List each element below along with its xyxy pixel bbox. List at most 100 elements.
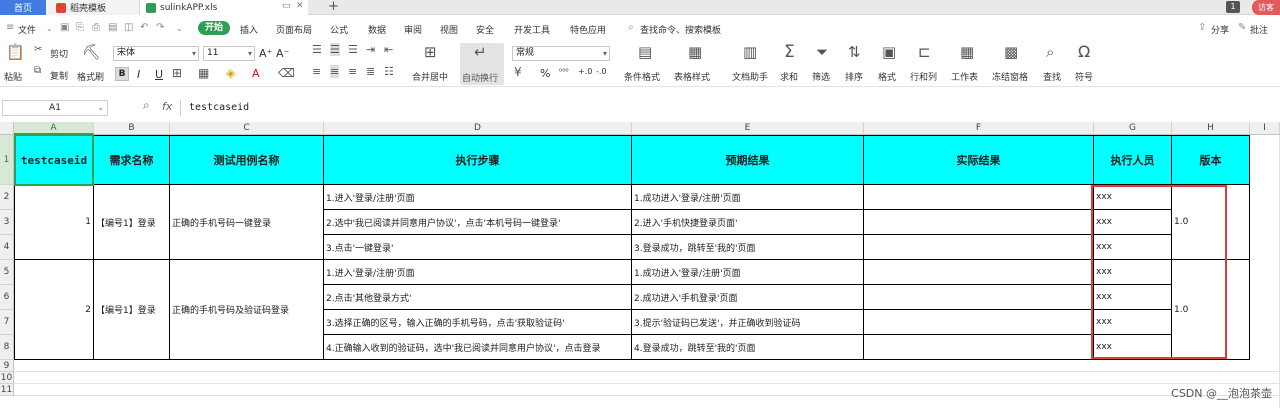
- window-count-badge[interactable]: 1: [1226, 1, 1240, 13]
- align-top-icon[interactable]: ☰: [312, 43, 322, 56]
- visitor-button[interactable]: 访客: [1252, 0, 1280, 15]
- auto-wrap-button[interactable]: ↵ 自动换行: [460, 43, 504, 85]
- worksheet-icon[interactable]: ▦: [960, 43, 974, 61]
- menu-security[interactable]: 安全: [476, 23, 494, 36]
- cell-e4[interactable]: 3.登录成功，跳转至'我的'页面: [632, 235, 864, 260]
- justify-icon[interactable]: ≣: [366, 65, 375, 78]
- comment-icon[interactable]: ✎: [1238, 22, 1246, 33]
- font-grow-button[interactable]: A⁺: [259, 47, 272, 60]
- column-header-e[interactable]: E: [632, 122, 864, 135]
- cell-c1[interactable]: 测试用例名称: [170, 135, 324, 185]
- format-painter-button[interactable]: 格式刷: [77, 70, 104, 83]
- hamburger-icon[interactable]: ≡: [6, 22, 14, 33]
- conditional-format-icon[interactable]: ▤: [638, 43, 652, 61]
- cell-f6[interactable]: [864, 285, 1094, 310]
- fx-icon[interactable]: fx: [162, 100, 172, 113]
- name-box[interactable]: A1 ⌄: [2, 100, 108, 116]
- cell-h1[interactable]: 版本: [1172, 135, 1250, 185]
- font-color-icon[interactable]: A: [252, 67, 260, 80]
- worksheet-button[interactable]: 工作表: [951, 70, 978, 83]
- table-style-button[interactable]: 表格样式: [674, 70, 710, 83]
- row-header-1[interactable]: 1: [0, 135, 14, 185]
- cell-f7[interactable]: [864, 310, 1094, 335]
- align-middle-icon[interactable]: ☰: [330, 43, 340, 56]
- cell-f3[interactable]: [864, 210, 1094, 235]
- cell-d3[interactable]: 2.选中'我已阅读并同意用户协议'，点击'本机号码一键登录': [324, 210, 632, 235]
- copy-icon[interactable]: ⧉: [34, 65, 41, 76]
- column-header-d[interactable]: D: [324, 122, 632, 135]
- paste-icon[interactable]: 📋: [6, 43, 25, 61]
- cell-d1[interactable]: 执行步骤: [324, 135, 632, 185]
- copy-button[interactable]: 复制: [50, 69, 68, 82]
- paste-button[interactable]: 粘贴: [4, 70, 22, 83]
- merge-center-button[interactable]: 合并居中: [412, 70, 448, 83]
- font-name-select[interactable]: 宋体 ▾: [113, 46, 199, 61]
- menu-developer[interactable]: 开发工具: [514, 23, 550, 36]
- column-header-g[interactable]: G: [1094, 122, 1172, 135]
- format-painter-icon[interactable]: ⛏: [82, 43, 101, 61]
- row-header-10[interactable]: 10: [0, 372, 14, 384]
- align-center-icon[interactable]: ≡: [330, 65, 340, 78]
- filter-icon[interactable]: ⏷: [816, 43, 828, 61]
- column-header-h[interactable]: H: [1172, 122, 1250, 135]
- cell-e3[interactable]: 2.进入'手机快捷登录页面': [632, 210, 864, 235]
- cell-e1[interactable]: 预期结果: [632, 135, 864, 185]
- share-icon[interactable]: ⇪: [1198, 22, 1206, 33]
- merge-icon[interactable]: ⊞: [424, 43, 437, 61]
- sort-button[interactable]: 排序: [845, 70, 863, 83]
- cell-f2[interactable]: [864, 185, 1094, 210]
- customize-icon[interactable]: ⌄: [176, 24, 183, 33]
- cell-e7[interactable]: 3.提示'验证码已发送'，并正确收到验证码: [632, 310, 864, 335]
- cell-d8[interactable]: 4.正确输入收到的验证码，选中'我已阅读并同意用户协议'，点击登录: [324, 335, 632, 360]
- cell-e8[interactable]: 4.登录成功，跳转至'我的'页面: [632, 335, 864, 360]
- tab-home[interactable]: 首页: [0, 0, 46, 15]
- find-icon[interactable]: ⌕: [1046, 43, 1054, 61]
- cut-button[interactable]: 剪切: [50, 47, 68, 60]
- sum-icon[interactable]: Σ: [784, 42, 795, 62]
- sort-icon[interactable]: ⇅: [848, 43, 861, 61]
- distribute-icon[interactable]: ☷: [384, 65, 394, 78]
- cell-d4[interactable]: 3.点击'一键登录': [324, 235, 632, 260]
- chevron-down-icon[interactable]: ⌄: [46, 24, 53, 33]
- column-header-f[interactable]: F: [864, 122, 1094, 135]
- menu-formulas[interactable]: 公式: [330, 23, 348, 36]
- number-format-select[interactable]: 常规 ▾: [512, 46, 610, 61]
- tab-pin-icon[interactable]: ▭: [282, 1, 291, 11]
- cell-case2-requirement[interactable]: 【编号1】登录: [94, 260, 170, 360]
- menu-start[interactable]: 开始: [198, 21, 230, 35]
- tab-file[interactable]: sulinkAPP.xls ▭ ✕: [140, 0, 308, 15]
- row-header-2[interactable]: 2: [0, 185, 14, 210]
- currency-icon[interactable]: ¥: [514, 65, 522, 79]
- row-header-4[interactable]: 4: [0, 235, 14, 260]
- row-header-11[interactable]: 11: [0, 384, 14, 396]
- clear-format-icon[interactable]: ⌫: [278, 66, 295, 80]
- bold-button[interactable]: B: [115, 67, 129, 81]
- menu-features[interactable]: 特色应用: [570, 23, 606, 36]
- cell-g1[interactable]: 执行人员: [1094, 135, 1172, 185]
- column-header-i[interactable]: I: [1250, 122, 1280, 135]
- cell-d6[interactable]: 2.点击'其他登录方式': [324, 285, 632, 310]
- menu-page-layout[interactable]: 页面布局: [276, 23, 312, 36]
- cell-e6[interactable]: 2.成功进入'手机登录'页面: [632, 285, 864, 310]
- redo-icon[interactable]: ↷: [156, 22, 164, 33]
- tab-template[interactable]: 稻壳模板: [46, 0, 140, 15]
- thousands-separator-button[interactable]: ⁰⁰⁰: [559, 67, 569, 76]
- cell-f1[interactable]: 实际结果: [864, 135, 1094, 185]
- print-preview-icon[interactable]: ◫: [124, 22, 133, 33]
- conditional-format-button[interactable]: 条件格式: [624, 70, 660, 83]
- fill-color-icon[interactable]: ▦: [198, 66, 209, 80]
- scissors-icon[interactable]: ✂: [34, 44, 42, 55]
- sum-button[interactable]: 求和: [780, 70, 798, 83]
- align-left-icon[interactable]: ≡: [312, 65, 321, 78]
- cell-d7[interactable]: 3.选择正确的区号，输入正确的手机号码，点击'获取验证码': [324, 310, 632, 335]
- font-shrink-button[interactable]: A⁻: [276, 47, 289, 60]
- export-icon[interactable]: ⎘: [76, 22, 84, 33]
- tab-close-icon[interactable]: ✕: [296, 1, 304, 11]
- increase-decimal-button[interactable]: +.0: [578, 67, 592, 76]
- highlight-icon[interactable]: ◈: [226, 66, 235, 80]
- filter-button[interactable]: 筛选: [812, 70, 830, 83]
- row-col-button[interactable]: 行和列: [910, 70, 937, 83]
- row-header-5[interactable]: 5: [0, 260, 14, 285]
- decrease-decimal-button[interactable]: -.0: [596, 67, 607, 76]
- preview-icon[interactable]: ▤: [108, 22, 117, 33]
